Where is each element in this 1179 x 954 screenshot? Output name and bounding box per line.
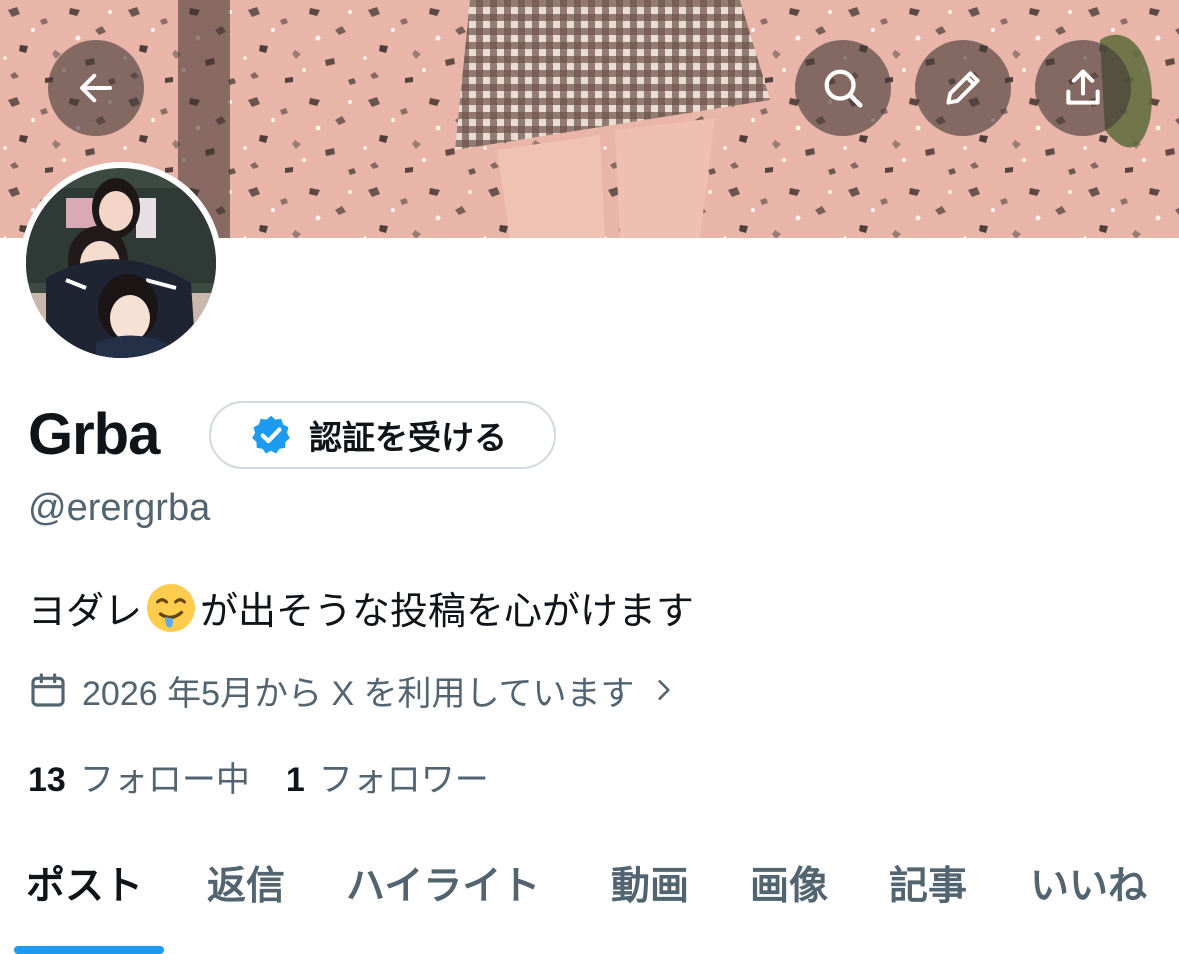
following-label: フォロー中 xyxy=(79,760,250,799)
active-tab-indicator xyxy=(14,946,164,954)
bio-text-start: ヨダレ xyxy=(28,591,143,633)
bio-text-end: が出そうな投稿を心がけます xyxy=(200,591,695,633)
tab-articles[interactable]: 記事 xyxy=(889,856,967,954)
edit-button[interactable] xyxy=(915,40,1011,136)
avatar[interactable] xyxy=(20,162,222,364)
tab-posts[interactable]: ポスト xyxy=(26,856,143,954)
join-date-row[interactable]: 2026 年5月から X を利用しています xyxy=(28,664,677,716)
chevron-right-icon xyxy=(657,680,670,700)
profile-handle: @erergrba xyxy=(28,487,211,529)
followers-link[interactable]: 1 フォロワー xyxy=(286,752,489,801)
avatar-image xyxy=(26,168,216,358)
join-date-text: 2026 年5月から X を利用しています xyxy=(82,674,635,713)
tab-replies[interactable]: 返信 xyxy=(207,856,285,954)
following-link[interactable]: 13 フォロー中 xyxy=(28,752,250,801)
share-icon xyxy=(1066,69,1100,105)
back-arrow-icon xyxy=(79,73,113,103)
followers-label: フォロワー xyxy=(318,760,489,799)
follow-stats: 13 フォロー中 1 フォロワー xyxy=(28,752,489,800)
tab-videos[interactable]: 動画 xyxy=(611,856,689,954)
drooling-face-emoji xyxy=(147,583,196,632)
get-verified-label: 認証を受ける xyxy=(309,419,507,456)
following-count: 13 xyxy=(28,760,66,799)
profile-tabs: ポスト 返信 ハイライト 動画 画像 記事 いいね xyxy=(0,856,1179,954)
tab-highlights[interactable]: ハイライト xyxy=(346,856,540,954)
search-button[interactable] xyxy=(795,40,891,136)
profile-name: Grba xyxy=(28,402,160,467)
calendar-icon xyxy=(31,673,65,707)
profile-bio: ヨダレ が出そうな投稿を心がけます xyxy=(28,580,694,635)
search-icon xyxy=(824,69,863,108)
pencil-icon xyxy=(946,71,980,105)
get-verified-button[interactable]: 認証を受ける xyxy=(209,401,556,469)
tab-images[interactable]: 画像 xyxy=(750,856,828,954)
verified-badge-icon xyxy=(252,415,290,454)
back-button[interactable] xyxy=(48,40,144,136)
share-button[interactable] xyxy=(1035,40,1131,136)
tab-likes[interactable]: いいね xyxy=(1030,856,1147,954)
followers-count: 1 xyxy=(285,760,305,799)
